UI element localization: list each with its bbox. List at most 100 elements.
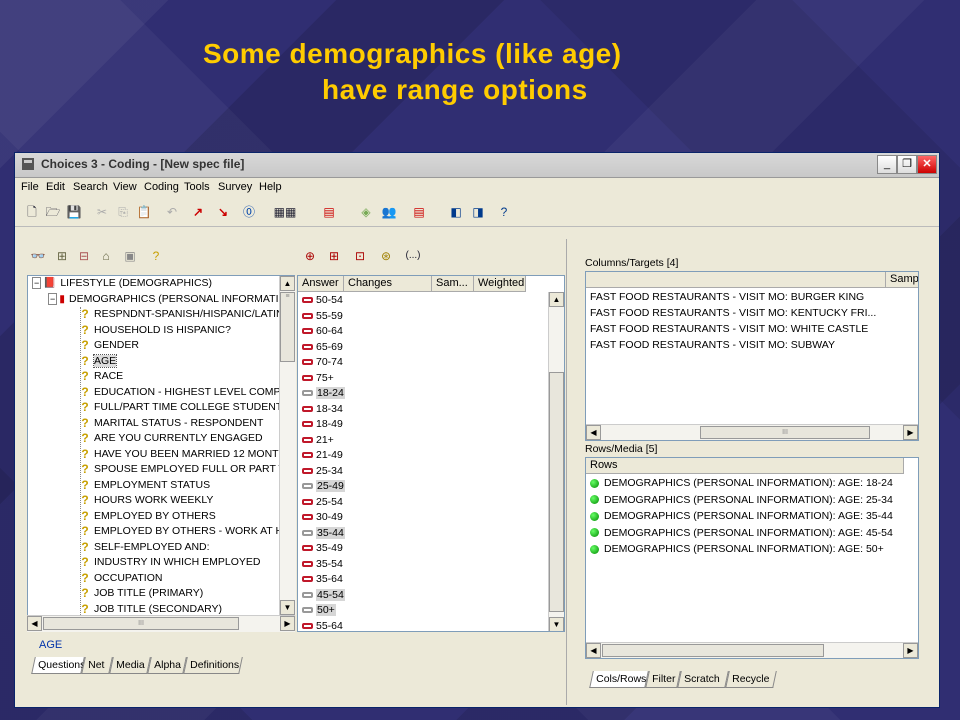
answer-row[interactable]: 60-64 — [302, 324, 343, 340]
tab-definitions[interactable]: Definitions — [183, 657, 243, 674]
new-file-icon[interactable]: 🗋 — [23, 203, 41, 221]
menu-view[interactable]: View — [113, 181, 137, 193]
answer-row[interactable]: 45-54 — [302, 588, 345, 604]
tab-scratch[interactable]: Scratch — [677, 671, 729, 688]
tree-question-row[interactable]: ? GENDER — [80, 338, 139, 354]
menu-help[interactable]: Help — [259, 181, 282, 193]
col-weighted-header[interactable]: Weighted — [474, 276, 526, 292]
answer-row[interactable]: 25-49 — [302, 479, 345, 495]
tab-media[interactable]: Media — [109, 657, 151, 674]
row-media-row[interactable]: DEMOGRAPHICS (PERSONAL INFORMATION): AGE… — [590, 475, 893, 491]
scroll-thumb[interactable]: III — [43, 617, 239, 630]
col-sample-header[interactable]: Sam... — [432, 276, 474, 292]
tree-hscroll[interactable]: ◀ III ▶ — [27, 615, 295, 632]
tree-filter-icon[interactable]: ⊞ — [53, 247, 71, 265]
tree-question-row[interactable]: ? EMPLOYMENT STATUS — [80, 478, 210, 494]
answer-row[interactable]: 21-49 — [302, 448, 343, 464]
tree-question-row[interactable]: ? HOUSEHOLD IS HISPANIC? — [80, 323, 231, 339]
tree-remove-icon[interactable]: ⊟ — [75, 247, 93, 265]
report-icon[interactable]: ▤ — [320, 203, 338, 221]
answer-row[interactable]: 21+ — [302, 433, 334, 449]
window-titlebar[interactable]: Choices 3 - Coding - [New spec file] _ ❐… — [15, 153, 939, 178]
scroll-right-icon[interactable]: ▶ — [903, 643, 918, 658]
tree-question-row[interactable]: ? MARITAL STATUS - RESPONDENT — [80, 416, 263, 432]
tree-question-row[interactable]: ? JOB TITLE (PRIMARY) — [80, 586, 203, 602]
row-media-row[interactable]: DEMOGRAPHICS (PERSONAL INFORMATION): AGE… — [590, 492, 893, 508]
scroll-right-icon[interactable]: ▶ — [280, 616, 295, 631]
scroll-left-icon[interactable]: ◀ — [586, 425, 601, 440]
column-target-row[interactable]: FAST FOOD RESTAURANTS - VISIT MO: WHITE … — [590, 321, 868, 337]
answer-row[interactable]: 55-59 — [302, 309, 343, 325]
answer-row[interactable]: 30-49 — [302, 510, 343, 526]
menu-tools[interactable]: Tools — [184, 181, 210, 193]
columns-name-header[interactable] — [586, 272, 886, 288]
scroll-up-icon[interactable]: ▲ — [280, 276, 295, 291]
answer-row[interactable]: 70-74 — [302, 355, 343, 371]
tab-alpha[interactable]: Alpha — [147, 657, 187, 674]
tree-question-row[interactable]: ? HAVE YOU BEEN MARRIED 12 MONTHS — [80, 447, 293, 463]
answer-row[interactable]: 18-34 — [302, 402, 343, 418]
people-icon[interactable]: 👥 — [375, 203, 403, 221]
tab-net[interactable]: Net — [81, 657, 113, 674]
tree-question-row[interactable]: ? EMPLOYED BY OTHERS - WORK AT HC — [80, 524, 290, 540]
edit-grid-icon[interactable]: ▤ — [405, 203, 433, 221]
maximize-button[interactable]: ❐ — [897, 155, 917, 174]
tree-question-row[interactable]: ? RACE — [80, 369, 123, 385]
answer-row[interactable]: 25-54 — [302, 495, 343, 511]
column-target-row[interactable]: FAST FOOD RESTAURANTS - VISIT MO: BURGER… — [590, 289, 864, 305]
scroll-thumb[interactable]: III — [700, 426, 870, 439]
answer-row[interactable]: 18-24 — [302, 386, 345, 402]
row-media-row[interactable]: DEMOGRAPHICS (PERSONAL INFORMATION): AGE… — [590, 508, 893, 524]
answer-row[interactable]: 65-69 — [302, 340, 343, 356]
rows-header[interactable]: Rows — [586, 458, 904, 474]
row-media-row[interactable]: DEMOGRAPHICS (PERSONAL INFORMATION): AGE… — [590, 541, 884, 557]
menu-coding[interactable]: Coding — [144, 181, 179, 193]
scroll-left-icon[interactable]: ◀ — [586, 643, 601, 658]
answer-expression-button[interactable]: (...) — [399, 247, 427, 265]
tab-recycle[interactable]: Recycle — [725, 671, 777, 688]
columns-hscroll[interactable]: ◀ III ▶ — [586, 424, 918, 440]
menu-search[interactable]: Search — [73, 181, 108, 193]
minimize-button[interactable]: _ — [877, 155, 897, 174]
row-media-row[interactable]: DEMOGRAPHICS (PERSONAL INFORMATION): AGE… — [590, 525, 893, 541]
save-icon[interactable]: 💾 — [65, 203, 83, 221]
copy-icon[interactable]: ⎘ — [114, 203, 132, 221]
layout-left-icon[interactable]: ◧ — [447, 203, 465, 221]
rows-hscroll[interactable]: ◀ ▶ — [586, 642, 918, 658]
column-target-row[interactable]: FAST FOOD RESTAURANTS - VISIT MO: SUBWAY — [590, 337, 835, 353]
answer-row[interactable]: 50+ — [302, 603, 336, 619]
scroll-thumb[interactable] — [602, 644, 824, 657]
tree-question-row[interactable]: ? EDUCATION - HIGHEST LEVEL COMPLE — [80, 385, 293, 401]
scroll-up-icon[interactable]: ▲ — [549, 292, 564, 307]
search-replace-icon[interactable]: ↘ — [214, 203, 232, 221]
open-folder-icon[interactable]: 🗁 — [44, 203, 62, 221]
scroll-right-icon[interactable]: ▶ — [903, 425, 918, 440]
scroll-left-icon[interactable]: ◀ — [27, 616, 42, 631]
question-add-icon[interactable]: ? — [147, 247, 165, 265]
tree-question-row[interactable]: ? SPOUSE EMPLOYED FULL OR PART TII — [80, 462, 290, 478]
answer-net-icon[interactable]: ⊞ — [325, 247, 343, 265]
tree-group-row[interactable]: − ▮ DEMOGRAPHICS (PERSONAL INFORMATIO — [48, 292, 287, 308]
answer-row[interactable]: 18-49 — [302, 417, 343, 433]
scroll-thumb[interactable] — [549, 372, 564, 612]
cut-icon[interactable]: ✂ — [93, 203, 111, 221]
tree-question-row[interactable]: ? OCCUPATION — [80, 571, 162, 587]
answer-row[interactable]: 75+ — [302, 371, 334, 387]
menu-file[interactable]: File — [21, 181, 39, 193]
scroll-down-icon[interactable]: ▼ — [549, 617, 564, 631]
columns-sample-header[interactable]: Sample — [886, 272, 918, 288]
tree-question-row[interactable]: ? RESPNDNT-SPANISH/HISPANIC/LATIN — [80, 307, 283, 323]
answer-add-icon[interactable]: ⊕ — [301, 247, 319, 265]
answer-row[interactable]: 35-49 — [302, 541, 343, 557]
scroll-down-icon[interactable]: ▼ — [280, 600, 295, 615]
tree-network-icon[interactable]: ⌂ — [97, 247, 115, 265]
undo-icon[interactable]: ↶ — [163, 203, 181, 221]
menu-edit[interactable]: Edit — [46, 181, 65, 193]
layout-right-icon[interactable]: ◨ — [469, 203, 487, 221]
col-changes-header[interactable]: Changes — [344, 276, 432, 292]
diamond-icon[interactable]: ◈ — [357, 203, 375, 221]
menu-survey[interactable]: Survey — [218, 181, 252, 193]
search-s-icon[interactable]: ↗ — [189, 203, 207, 221]
close-button[interactable]: ✕ — [917, 155, 937, 174]
col-answer-header[interactable]: Answer — [298, 276, 344, 292]
